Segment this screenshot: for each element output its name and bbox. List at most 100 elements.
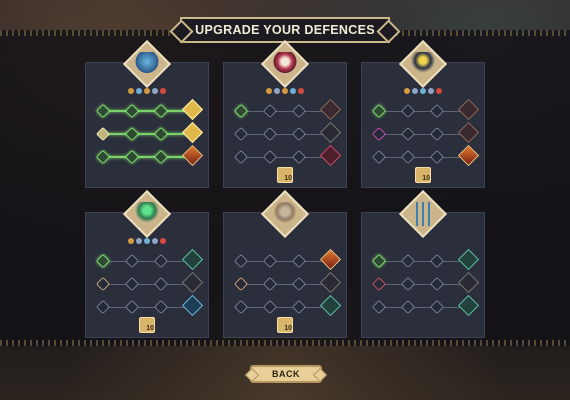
upgrade-node[interactable] xyxy=(371,253,387,269)
upgrade-node[interactable] xyxy=(233,253,249,269)
upgrade-node[interactable] xyxy=(153,103,169,119)
upgrade-path xyxy=(233,248,342,271)
upgrade-capstone-icon[interactable] xyxy=(181,121,204,144)
upgrade-capstone-icon[interactable] xyxy=(319,248,342,271)
upgrade-node[interactable] xyxy=(95,103,111,119)
upgrade-node[interactable] xyxy=(371,149,387,165)
upgrade-node[interactable] xyxy=(233,103,249,119)
upgrade-node[interactable] xyxy=(95,299,111,315)
upgrade-node[interactable] xyxy=(233,276,249,292)
upgrade-node[interactable] xyxy=(371,103,387,119)
upgrade-node[interactable] xyxy=(95,253,111,269)
upgrade-node[interactable] xyxy=(291,276,307,292)
upgrade-capstone-icon[interactable] xyxy=(181,144,204,167)
upgrade-capstone-icon[interactable] xyxy=(319,294,342,317)
upgrade-capstone-icon[interactable] xyxy=(181,271,204,294)
upgrade-node[interactable] xyxy=(262,103,278,119)
upgrade-node[interactable] xyxy=(262,253,278,269)
bottom-border xyxy=(0,340,570,346)
upgrade-capstone-icon[interactable] xyxy=(457,271,480,294)
upgrade-node[interactable] xyxy=(262,126,278,142)
upgrade-node[interactable] xyxy=(124,103,140,119)
upgrade-card-button[interactable]: 10 xyxy=(277,317,293,333)
upgrade-node[interactable] xyxy=(429,126,445,142)
upgrade-node[interactable] xyxy=(400,253,416,269)
upgrade-node[interactable] xyxy=(429,276,445,292)
upgrade-node[interactable] xyxy=(153,299,169,315)
upgrade-node[interactable] xyxy=(153,149,169,165)
defence-panel-5[interactable]: 10 xyxy=(223,189,347,338)
upgrade-card-button[interactable]: 10 xyxy=(139,317,155,333)
upgrade-node[interactable] xyxy=(371,276,387,292)
upgrade-node[interactable] xyxy=(291,253,307,269)
upgrade-path xyxy=(233,144,342,167)
upgrade-node[interactable] xyxy=(400,103,416,119)
upgrade-node[interactable] xyxy=(233,149,249,165)
upgrade-capstone-icon[interactable] xyxy=(181,98,204,121)
upgrade-node[interactable] xyxy=(429,149,445,165)
upgrade-card-button[interactable]: 10 xyxy=(277,167,293,183)
upgrade-node[interactable] xyxy=(124,299,140,315)
upgrade-node[interactable] xyxy=(291,126,307,142)
defence-panel-2[interactable]: 10 xyxy=(223,39,347,188)
upgrade-node[interactable] xyxy=(124,253,140,269)
upgrade-node[interactable] xyxy=(95,126,111,142)
upgrade-node[interactable] xyxy=(95,149,111,165)
upgrade-node[interactable] xyxy=(124,276,140,292)
upgrade-node[interactable] xyxy=(400,276,416,292)
upgrade-capstone-icon[interactable] xyxy=(457,248,480,271)
upgrade-node[interactable] xyxy=(233,126,249,142)
upgrade-tree xyxy=(95,98,204,167)
upgrade-path xyxy=(233,271,342,294)
upgrade-capstone-icon[interactable] xyxy=(319,98,342,121)
upgrade-node[interactable] xyxy=(429,103,445,119)
upgrade-node[interactable] xyxy=(262,276,278,292)
upgrade-capstone-icon[interactable] xyxy=(457,98,480,121)
upgrade-path xyxy=(233,121,342,144)
upgrade-path xyxy=(95,144,204,167)
upgrade-node[interactable] xyxy=(400,299,416,315)
upgrade-capstone-icon[interactable] xyxy=(319,121,342,144)
defence-panel-6[interactable] xyxy=(361,189,485,338)
defence-panel-4[interactable]: 10 xyxy=(85,189,209,338)
stat-icons xyxy=(224,88,346,94)
upgrade-node[interactable] xyxy=(429,299,445,315)
defence-panel-3[interactable]: 10 xyxy=(361,39,485,188)
upgrade-capstone-icon[interactable] xyxy=(457,121,480,144)
upgrade-node[interactable] xyxy=(153,276,169,292)
upgrade-path xyxy=(233,294,342,317)
upgrade-node[interactable] xyxy=(291,149,307,165)
upgrade-node[interactable] xyxy=(371,299,387,315)
upgrade-node[interactable] xyxy=(400,126,416,142)
upgrade-capstone-icon[interactable] xyxy=(457,294,480,317)
upgrade-capstone-icon[interactable] xyxy=(181,248,204,271)
upgrade-node[interactable] xyxy=(400,149,416,165)
defence-panel-1[interactable] xyxy=(85,39,209,188)
upgrade-node[interactable] xyxy=(233,299,249,315)
upgrade-node[interactable] xyxy=(153,253,169,269)
stat-icons xyxy=(86,88,208,94)
upgrade-capstone-icon[interactable] xyxy=(319,144,342,167)
upgrade-node[interactable] xyxy=(291,299,307,315)
back-button[interactable]: BACK xyxy=(250,365,322,383)
upgrade-capstone-icon[interactable] xyxy=(319,271,342,294)
upgrade-tree xyxy=(233,248,342,317)
upgrade-tree xyxy=(371,98,480,167)
upgrade-path xyxy=(95,294,204,317)
upgrade-node[interactable] xyxy=(262,149,278,165)
upgrade-card-button[interactable]: 10 xyxy=(415,167,431,183)
upgrade-node[interactable] xyxy=(371,126,387,142)
upgrade-node[interactable] xyxy=(95,276,111,292)
upgrade-path xyxy=(371,121,480,144)
upgrade-capstone-icon[interactable] xyxy=(181,294,204,317)
upgrade-node[interactable] xyxy=(124,149,140,165)
upgrade-node[interactable] xyxy=(429,253,445,269)
upgrade-path xyxy=(371,144,480,167)
upgrade-node[interactable] xyxy=(291,103,307,119)
upgrade-node[interactable] xyxy=(262,299,278,315)
upgrade-capstone-icon[interactable] xyxy=(457,144,480,167)
upgrade-node[interactable] xyxy=(124,126,140,142)
stat-icons xyxy=(86,238,208,244)
upgrade-tree xyxy=(371,248,480,317)
upgrade-node[interactable] xyxy=(153,126,169,142)
